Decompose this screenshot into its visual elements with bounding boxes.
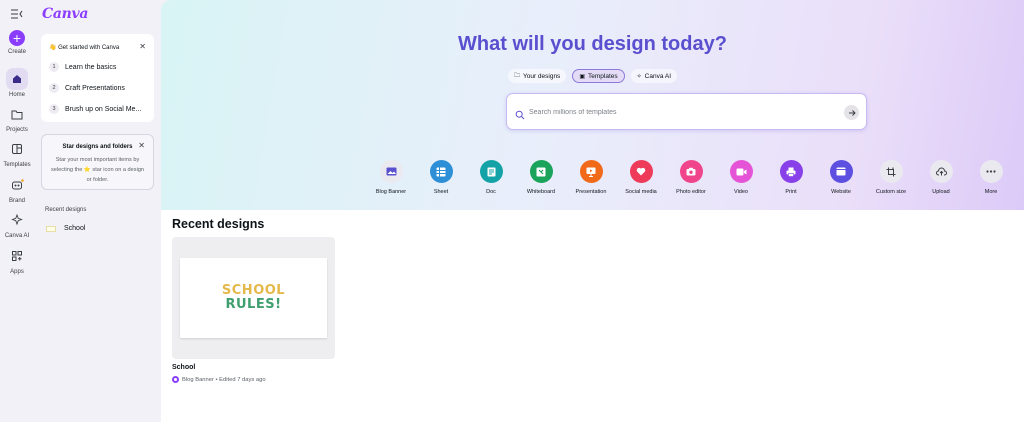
- rail-label-home: Home: [8, 92, 25, 98]
- category-photo-editor[interactable]: Photo editor: [666, 160, 716, 195]
- design-categories: Blog Banner Sheet Doc Whiteboard Present…: [366, 160, 1016, 200]
- get-started-item[interactable]: 2 Craft Presentations: [49, 83, 125, 93]
- star-designs-card: Star designs and folders ✕ Star your mos…: [41, 134, 154, 190]
- star-card-title: Star designs and folders: [62, 144, 133, 150]
- crop-icon: [879, 160, 903, 183]
- get-started-title: 👋 Get started with Canva: [49, 45, 120, 51]
- close-icon[interactable]: ✕: [139, 42, 146, 51]
- rail-item-home[interactable]: Home: [0, 68, 34, 98]
- search-icon: [515, 107, 525, 120]
- category-custom-size[interactable]: Custom size: [866, 160, 916, 195]
- category-sheet[interactable]: Sheet: [416, 160, 466, 195]
- category-print[interactable]: Print: [766, 160, 816, 195]
- category-doc[interactable]: Doc: [466, 160, 516, 195]
- category-blog-banner[interactable]: Blog Banner: [366, 160, 416, 195]
- tab-templates[interactable]: ▣ Templates: [572, 69, 625, 83]
- template-search: [506, 93, 867, 130]
- main-content: What will you design today? 🗀 Your desig…: [161, 0, 1024, 422]
- hero-title: What will you design today?: [458, 33, 727, 55]
- rail-label-projects: Projects: [6, 127, 28, 133]
- camera-icon: [679, 160, 703, 183]
- category-whiteboard[interactable]: Whiteboard: [516, 160, 566, 195]
- sidebar-panel: Canva 👋 Get started with Canva ✕ 1 Learn…: [34, 0, 161, 422]
- rail-item-brand[interactable]: Brand: [0, 174, 34, 204]
- tab-your-designs[interactable]: 🗀 Your designs: [507, 69, 567, 83]
- left-rail: + Create Home Projects Templates Brand C…: [0, 0, 34, 422]
- create-label: Create: [7, 49, 26, 55]
- rail-item-projects[interactable]: Projects: [0, 103, 34, 133]
- website-icon: [829, 160, 853, 183]
- create-button[interactable]: + Create: [0, 30, 34, 55]
- category-presentation[interactable]: Presentation: [566, 160, 616, 195]
- folder-icon: [6, 103, 28, 125]
- apps-icon: [6, 245, 28, 267]
- rail-label-canva-ai: Canva AI: [4, 233, 30, 239]
- blog-banner-icon: [172, 376, 179, 383]
- wave-icon: 👋: [49, 45, 59, 51]
- get-started-item[interactable]: 1 Learn the basics: [49, 62, 116, 72]
- whiteboard-icon: [529, 160, 553, 183]
- search-input[interactable]: [529, 104, 829, 120]
- arrow-right-icon[interactable]: [844, 105, 859, 120]
- upload-icon: [929, 160, 953, 183]
- close-icon[interactable]: ✕: [138, 141, 145, 150]
- rail-label-apps: Apps: [10, 269, 24, 275]
- heart-icon: [629, 160, 653, 183]
- design-title[interactable]: School: [172, 364, 195, 371]
- design-meta: Blog Banner • Edited 7 days ago: [172, 376, 266, 383]
- design-thumbnail: SCHOOL RULES!: [180, 258, 327, 338]
- get-started-item[interactable]: 3 Brush up on Social Me...: [49, 104, 141, 114]
- print-icon: [779, 160, 803, 183]
- more-icon: [979, 160, 1003, 183]
- category-more[interactable]: More: [966, 160, 1016, 195]
- sparkle-icon: ✧: [636, 73, 642, 80]
- doc-icon: [479, 160, 503, 183]
- sheet-icon: [429, 160, 453, 183]
- rail-label-brand: Brand: [8, 198, 25, 204]
- canva-logo[interactable]: Canva: [42, 6, 88, 22]
- recent-designs-heading: Recent designs: [172, 217, 265, 231]
- category-website[interactable]: Website: [816, 160, 866, 195]
- star-card-body: Star your most important items by select…: [50, 157, 145, 183]
- design-thumbnail: [46, 225, 56, 232]
- category-video[interactable]: Video: [716, 160, 766, 195]
- image-icon: [379, 160, 403, 183]
- rail-item-templates[interactable]: Templates: [0, 138, 34, 168]
- recent-item-school[interactable]: School: [46, 225, 85, 232]
- rail-item-apps[interactable]: Apps: [0, 245, 34, 275]
- hero-banner: What will you design today? 🗀 Your desig…: [161, 0, 1024, 210]
- get-started-card: 👋 Get started with Canva ✕ 1 Learn the b…: [41, 34, 154, 122]
- folder-icon: 🗀: [513, 73, 520, 79]
- brand-icon: [6, 174, 28, 196]
- templates-icon: [6, 138, 28, 160]
- recent-designs-label: Recent designs: [45, 207, 87, 213]
- plus-icon: +: [9, 30, 25, 46]
- category-upload[interactable]: Upload: [916, 160, 966, 195]
- sparkle-icon: [6, 209, 28, 231]
- presentation-icon: [579, 160, 603, 183]
- category-social-media[interactable]: Social media: [616, 160, 666, 195]
- rail-item-canva-ai[interactable]: Canva AI: [0, 209, 34, 239]
- video-icon: [729, 160, 753, 183]
- rail-label-templates: Templates: [3, 162, 31, 168]
- templates-icon: ▣: [579, 73, 585, 80]
- tab-canva-ai[interactable]: ✧ Canva AI: [630, 69, 678, 83]
- design-card-school[interactable]: SCHOOL RULES!: [172, 237, 335, 359]
- collapse-sidebar-icon[interactable]: [10, 7, 24, 19]
- hero-tabs: 🗀 Your designs ▣ Templates ✧ Canva AI: [161, 69, 1024, 83]
- home-icon: [6, 68, 28, 90]
